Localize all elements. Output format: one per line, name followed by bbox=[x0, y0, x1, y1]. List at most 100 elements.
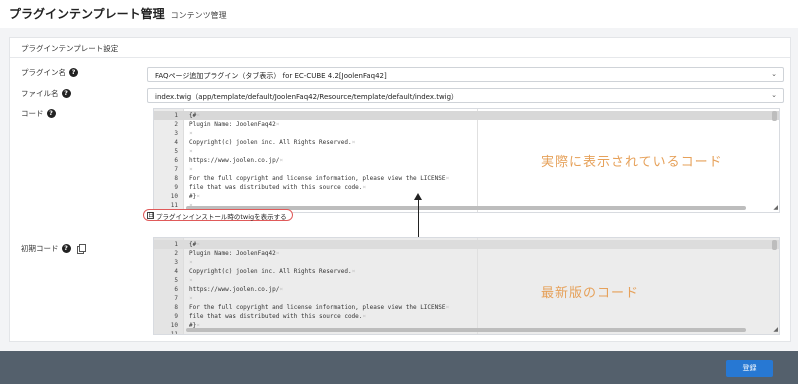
page-title: プラグインテンプレート管理 bbox=[9, 7, 165, 21]
code-line[interactable]: 2 Plugin Name: JoolenFaq42¤ bbox=[154, 120, 779, 129]
line-number: 2 bbox=[174, 121, 178, 128]
code-line[interactable]: 8 For the full copyright and license info… bbox=[154, 174, 779, 183]
code-text: {#¤ bbox=[189, 112, 200, 119]
code-text: ¤ bbox=[189, 258, 193, 267]
annotation-current-code: 実際に表示されているコード bbox=[541, 155, 723, 170]
code-text: Copyright(c) joolen inc. All Rights Rese… bbox=[189, 139, 356, 146]
plugin-name-select[interactable]: FAQページ追加プラグイン（タブ表示） for EC-CUBE 4.2[Jool… bbox=[147, 67, 784, 82]
line-number: 6 bbox=[174, 286, 178, 293]
eol-marker: ¤ bbox=[189, 148, 193, 155]
vertical-scrollbar[interactable] bbox=[772, 111, 777, 121]
eol-marker: ¤ bbox=[189, 259, 193, 266]
eol-marker: ¤ bbox=[189, 295, 193, 302]
code-text: file that was distributed with this sour… bbox=[189, 184, 367, 191]
line-number: 2 bbox=[174, 250, 178, 257]
eol-marker: ¤ bbox=[351, 139, 356, 146]
chevron-down-icon: ⌄ bbox=[771, 70, 777, 78]
code-line[interactable]: 3 ¤ bbox=[154, 258, 779, 267]
question-circle-icon[interactable]: ? bbox=[61, 89, 71, 98]
eol-marker: ¤ bbox=[189, 166, 193, 173]
line-number: 3 bbox=[174, 259, 178, 266]
eol-marker: ¤ bbox=[279, 157, 283, 164]
code-text: {#¤ bbox=[189, 241, 200, 248]
code-text: #}¤ bbox=[189, 193, 200, 200]
card-title: プラグインテンプレート設定 bbox=[10, 38, 790, 58]
page-subtitle: コンテンツ管理 bbox=[170, 11, 227, 20]
line-number: 7 bbox=[174, 166, 178, 173]
code-text: For the full copyright and license infor… bbox=[189, 304, 450, 311]
footer-bar: 登録 bbox=[0, 351, 798, 384]
code-line[interactable]: 6 https://www.joolen.co.jp/¤ bbox=[154, 285, 779, 294]
resize-grip-icon[interactable]: ◢ bbox=[773, 326, 778, 333]
question-circle-icon[interactable]: ? bbox=[61, 244, 71, 253]
line-number: 1 bbox=[174, 241, 178, 248]
vertical-scrollbar[interactable] bbox=[772, 240, 777, 250]
expand-box-icon: 日 bbox=[147, 212, 155, 219]
file-name-select[interactable]: index.twig（app/template/default/JoolenFa… bbox=[147, 88, 784, 103]
eol-marker: ¤ bbox=[279, 286, 283, 293]
chevron-down-icon: ⌄ bbox=[771, 91, 777, 99]
eol-marker: ¤ bbox=[196, 112, 200, 119]
code-text: https://www.joolen.co.jp/¤ bbox=[189, 286, 283, 293]
eol-marker: ¤ bbox=[189, 277, 193, 284]
code-text: file that was distributed with this sour… bbox=[189, 313, 367, 320]
code-line[interactable]: 4 Copyright(c) joolen inc. All Rights Res… bbox=[154, 138, 779, 147]
line-number: 10 bbox=[170, 193, 178, 200]
horizontal-scrollbar[interactable] bbox=[186, 328, 746, 332]
code-text: ¤ bbox=[189, 147, 193, 156]
eol-marker: ¤ bbox=[362, 313, 367, 320]
file-name-label: ファイル名 ? bbox=[21, 88, 71, 99]
line-number: 5 bbox=[174, 148, 178, 155]
eol-marker: ¤ bbox=[196, 193, 200, 200]
annotation-latest-code: 最新版のコード bbox=[541, 286, 640, 301]
eol-marker: ¤ bbox=[275, 250, 280, 257]
resize-grip-icon[interactable]: ◢ bbox=[773, 204, 778, 211]
code-text: ¤ bbox=[189, 165, 193, 174]
code-line[interactable]: 2 Plugin Name: JoolenFaq42¤ bbox=[154, 249, 779, 258]
line-number: 6 bbox=[174, 157, 178, 164]
code-text: Plugin Name: JoolenFaq42¤ bbox=[189, 121, 280, 128]
code-text: https://www.joolen.co.jp/¤ bbox=[189, 157, 283, 164]
code-line[interactable]: 4 Copyright(c) joolen inc. All Rights Res… bbox=[154, 267, 779, 276]
code-label: コード ? bbox=[21, 108, 56, 119]
code-line[interactable]: 9 file that was distributed with this sou… bbox=[154, 183, 779, 192]
eol-marker: ¤ bbox=[196, 241, 200, 248]
line-number: 7 bbox=[174, 295, 178, 302]
eol-marker: ¤ bbox=[351, 268, 356, 275]
code-line[interactable]: 8 For the full copyright and license info… bbox=[154, 303, 779, 312]
show-install-twig-toggle[interactable]: 日 プラグインインストール時のtwigを表示する bbox=[143, 209, 293, 221]
eol-marker: ¤ bbox=[362, 184, 367, 191]
code-line[interactable]: 9 file that was distributed with this sou… bbox=[154, 312, 779, 321]
code-text: Copyright(c) joolen inc. All Rights Rese… bbox=[189, 268, 356, 275]
plugin-name-label: プラグイン名 ? bbox=[21, 67, 78, 78]
line-number: 3 bbox=[174, 130, 178, 137]
code-text: ¤ bbox=[189, 129, 193, 138]
code-text: For the full copyright and license infor… bbox=[189, 175, 450, 182]
code-line[interactable]: 1 {#¤ bbox=[154, 111, 779, 120]
question-circle-icon[interactable]: ? bbox=[69, 68, 78, 77]
initial-code-editor[interactable]: 1 {#¤ 2 Plugin Name: JoolenFaq42¤ 3 ¤ 4 Copyrig… bbox=[153, 237, 780, 335]
eol-marker: ¤ bbox=[445, 304, 450, 311]
eol-marker: ¤ bbox=[445, 175, 450, 182]
code-line[interactable]: 7 ¤ bbox=[154, 294, 779, 303]
code-line[interactable]: 5 ¤ bbox=[154, 276, 779, 285]
line-number: 5 bbox=[174, 277, 178, 284]
copy-icon[interactable] bbox=[76, 244, 86, 254]
line-number: 9 bbox=[174, 313, 178, 320]
code-line[interactable]: 10 #}¤ bbox=[154, 192, 779, 201]
code-line[interactable]: 1 {#¤ bbox=[154, 240, 779, 249]
register-button[interactable]: 登録 bbox=[726, 360, 773, 377]
eol-marker: ¤ bbox=[275, 121, 280, 128]
code-line[interactable]: 3 ¤ bbox=[154, 129, 779, 138]
line-number: 8 bbox=[174, 304, 178, 311]
line-number: 11 bbox=[170, 331, 178, 335]
line-number: 9 bbox=[174, 184, 178, 191]
initial-code-label: 初期コード ? bbox=[21, 243, 86, 254]
question-circle-icon[interactable]: ? bbox=[46, 109, 56, 118]
line-number: 4 bbox=[174, 139, 178, 146]
page-header: プラグインテンプレート管理 コンテンツ管理 bbox=[0, 0, 798, 28]
code-text: ¤ bbox=[189, 276, 193, 285]
line-number: 4 bbox=[174, 268, 178, 275]
line-number: 10 bbox=[170, 322, 178, 329]
line-number: 1 bbox=[174, 112, 178, 119]
